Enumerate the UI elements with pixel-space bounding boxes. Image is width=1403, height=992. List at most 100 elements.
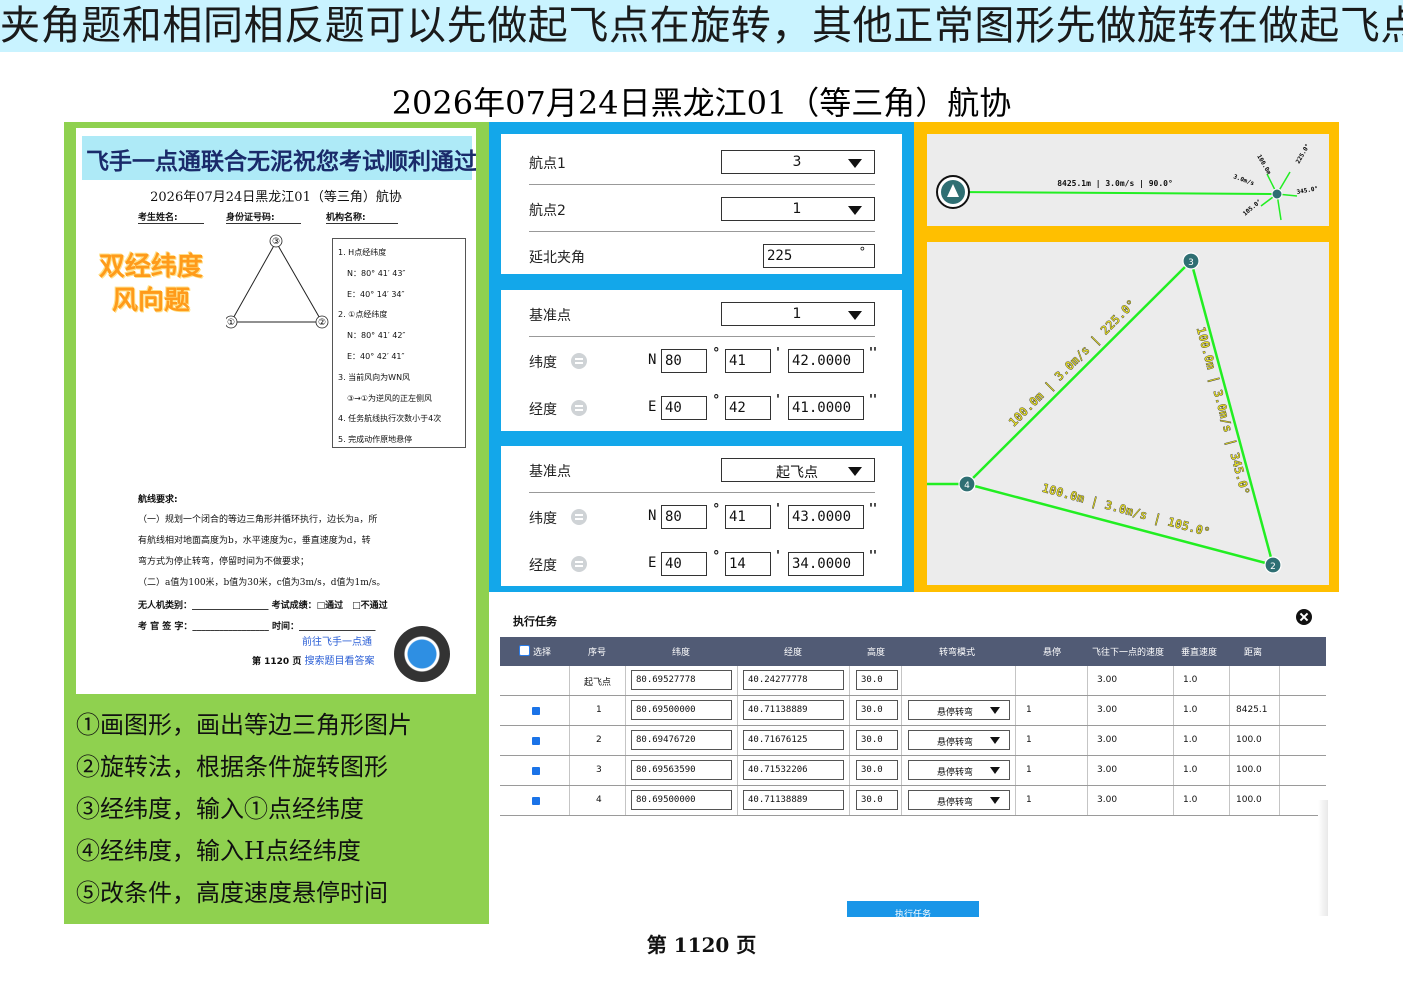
field-name: 考生姓名: — [138, 210, 204, 224]
swap-icon[interactable] — [571, 509, 587, 525]
row-turn-select[interactable]: 悬停转弯 — [908, 730, 1010, 750]
row-lon-input[interactable]: 40.71532206 — [743, 760, 844, 780]
row-alt-input[interactable]: 30.0 — [856, 760, 898, 780]
angle-input[interactable]: 225 ° — [763, 244, 875, 268]
lon-minute-input[interactable]: 42 — [725, 396, 771, 420]
row-lon-input[interactable]: 40.71138889 — [743, 700, 844, 720]
row-lon-input[interactable]: 40.71676125 — [743, 730, 844, 750]
swap-icon[interactable] — [571, 556, 587, 572]
lat-degree-input[interactable]: 80 — [661, 505, 707, 529]
row-turn-value: 悬停转弯 — [937, 798, 974, 808]
takeoff-marker-icon[interactable] — [936, 175, 970, 209]
row-checkbox[interactable] — [532, 737, 540, 745]
waypoint2-label: 航点2 — [529, 203, 566, 219]
table-cell — [902, 666, 1016, 695]
qr-code-icon[interactable] — [394, 626, 450, 682]
lat-second-input[interactable]: 43.0000 — [788, 505, 864, 529]
form-panel: 航点1 3 航点2 1 延北夹角 225 ° 基准点 1 纬度 N 80 ° 4… — [489, 122, 914, 592]
route-line: 有航线相对地面高度为b，水平速度为c，垂直速度为d，转 — [138, 536, 371, 546]
table-row[interactable]: 4 80.69500000 40.71138889 30.0 悬停转弯 1 3.00 1.0 1… — [500, 786, 1326, 816]
rotation-form: 航点1 3 航点2 1 延北夹角 225 ° — [501, 134, 902, 274]
ref-row: 基准点 起飞点 — [529, 446, 875, 493]
row-seq: 起飞点 — [584, 678, 612, 688]
lat-minute-input[interactable]: 41 — [725, 349, 771, 373]
step-item: ②旋转法，根据条件旋转图形 — [76, 753, 388, 781]
swap-icon[interactable] — [571, 353, 587, 369]
cluster-label: 100.0m — [1255, 154, 1272, 177]
row-turn-select[interactable]: 悬停转弯 — [908, 790, 1010, 810]
table-row[interactable]: 起飞点 80.69527778 40.24277778 30.0 3.00 1.0 — [500, 666, 1326, 696]
row-checkbox[interactable] — [532, 797, 540, 805]
ref-select[interactable]: 1 — [721, 302, 875, 326]
ref-select[interactable]: 起飞点 — [721, 458, 875, 482]
lat-degree-input[interactable]: 80 — [661, 349, 707, 373]
lon-degree-input[interactable]: 40 — [661, 396, 707, 420]
condition-line: N：80° 41′ 43″ — [347, 268, 406, 278]
route-map-canvas[interactable]: 100.0m | 3.0m/s | 225.0° 100.0m | 3.0m/s… — [927, 242, 1329, 585]
step-item: ③经纬度，输入①点经纬度 — [76, 795, 364, 823]
condition-line: N：80° 41′ 42″ — [347, 331, 406, 341]
row-checkbox[interactable] — [532, 707, 540, 715]
angle-row: 延北夹角 225 ° — [529, 232, 875, 279]
select-all-checkbox[interactable] — [519, 645, 530, 656]
lon-second-input[interactable]: 34.0000 — [788, 552, 864, 576]
col-speed: 飞往下一点的速度 — [1092, 648, 1165, 658]
row-lat-input[interactable]: 80.69563590 — [631, 760, 732, 780]
row-lat-input[interactable]: 80.69476720 — [631, 730, 732, 750]
lat-label: 纬度 — [529, 511, 557, 527]
waypoint2-row: 航点2 1 — [529, 185, 875, 232]
row-alt-input[interactable]: 30.0 — [856, 700, 898, 720]
execute-task-button[interactable]: 执行任务 — [847, 901, 979, 917]
waypoint-node-3[interactable]: 3 — [1182, 252, 1200, 270]
minute-symbol: ' — [776, 393, 780, 408]
waypoint1-select[interactable]: 3 — [721, 150, 875, 174]
row-vspeed: 1.0 — [1183, 705, 1198, 715]
overview-map-canvas[interactable]: 8425.1m | 3.0m/s | 90.0° 100.0m 225.0° 3… — [927, 134, 1329, 226]
row-turn-select[interactable]: 悬停转弯 — [908, 700, 1010, 720]
lat-minute-input[interactable]: 41 — [725, 505, 771, 529]
table-row[interactable]: 1 80.69500000 40.71138889 30.0 悬停转弯 1 3.00 1.0 8… — [500, 696, 1326, 726]
row-lat-input[interactable]: 80.69500000 — [631, 790, 732, 810]
table-row[interactable]: 2 80.69476720 40.71676125 30.0 悬停转弯 1 3.00 1.0 1… — [500, 726, 1326, 756]
waypoint-node-2[interactable]: 2 — [1264, 556, 1282, 574]
row-lon-input[interactable]: 40.24277778 — [743, 670, 844, 690]
lon-minute-input[interactable]: 14 — [725, 552, 771, 576]
row-lon-input[interactable]: 40.71138889 — [743, 790, 844, 810]
row-lat-input[interactable]: 80.69500000 — [631, 700, 732, 720]
exam-paper: 飞手一点通联合无泥祝您考试顺利通过 2026年07月24日黑龙江01（等三角）航… — [76, 128, 476, 694]
row-dist: 100.0 — [1236, 735, 1262, 745]
lon-degree-input[interactable]: 40 — [661, 552, 707, 576]
condition-line: ③→①为逆风的正左侧风 — [347, 393, 433, 403]
waypoint-node-4[interactable]: 4 — [958, 475, 976, 493]
page-title: 2026年07月24日黑龙江01（等三角）航协 — [391, 84, 1012, 122]
exam-panel: 飞手一点通联合无泥祝您考试顺利通过 2026年07月24日黑龙江01（等三角）航… — [64, 122, 489, 924]
lon-second-input[interactable]: 41.0000 — [788, 396, 864, 420]
field-id: 身份证号码: — [226, 210, 301, 224]
row-alt-input[interactable]: 30.0 — [856, 790, 898, 810]
cluster-label: 105.0° — [1242, 198, 1263, 217]
condition-line: E：40° 14′ 34″ — [347, 289, 405, 299]
row-alt-input[interactable]: 30.0 — [856, 730, 898, 750]
waypoint2-select[interactable]: 1 — [721, 197, 875, 221]
row-speed: 3.00 — [1097, 765, 1118, 775]
row-lat-input[interactable]: 80.69527778 — [631, 670, 732, 690]
lat-second-input[interactable]: 42.0000 — [788, 349, 864, 373]
close-icon[interactable] — [1296, 609, 1312, 625]
execute-task-dialog: 执行任务 选择 序号 纬度 经度 高度 转弯模式 悬停 飞往下一点的速度 垂直速… — [500, 604, 1326, 916]
minute-symbol: ' — [776, 549, 780, 564]
swap-icon[interactable] — [571, 400, 587, 416]
row-alt-input[interactable]: 30.0 — [856, 670, 898, 690]
table-row[interactable]: 3 80.69563590 40.71532206 30.0 悬停转弯 1 3.00 1.0 1… — [500, 756, 1326, 786]
overview-map[interactable]: 8425.1m | 3.0m/s | 90.0° 100.0m 225.0° 3… — [927, 134, 1329, 226]
waypoint-cluster-node[interactable] — [1271, 188, 1283, 200]
step-item: ①画图形，画出等边三角形图片 — [76, 711, 412, 739]
col-select: 选择 — [533, 648, 552, 658]
row-turn-value: 悬停转弯 — [937, 768, 974, 778]
paper-page-number: 第 1120 页 搜索题目看答案 — [252, 652, 374, 667]
row-vspeed: 1.0 — [1183, 735, 1198, 745]
row-checkbox[interactable] — [532, 767, 540, 775]
row-turn-select[interactable]: 悬停转弯 — [908, 760, 1010, 780]
lon-row: 经度 E 40 ° 14 ' 34.0000 '' — [529, 540, 877, 587]
route-map[interactable]: 100.0m | 3.0m/s | 225.0° 100.0m | 3.0m/s… — [927, 242, 1329, 585]
route-heading: 航线要求: — [138, 495, 178, 505]
